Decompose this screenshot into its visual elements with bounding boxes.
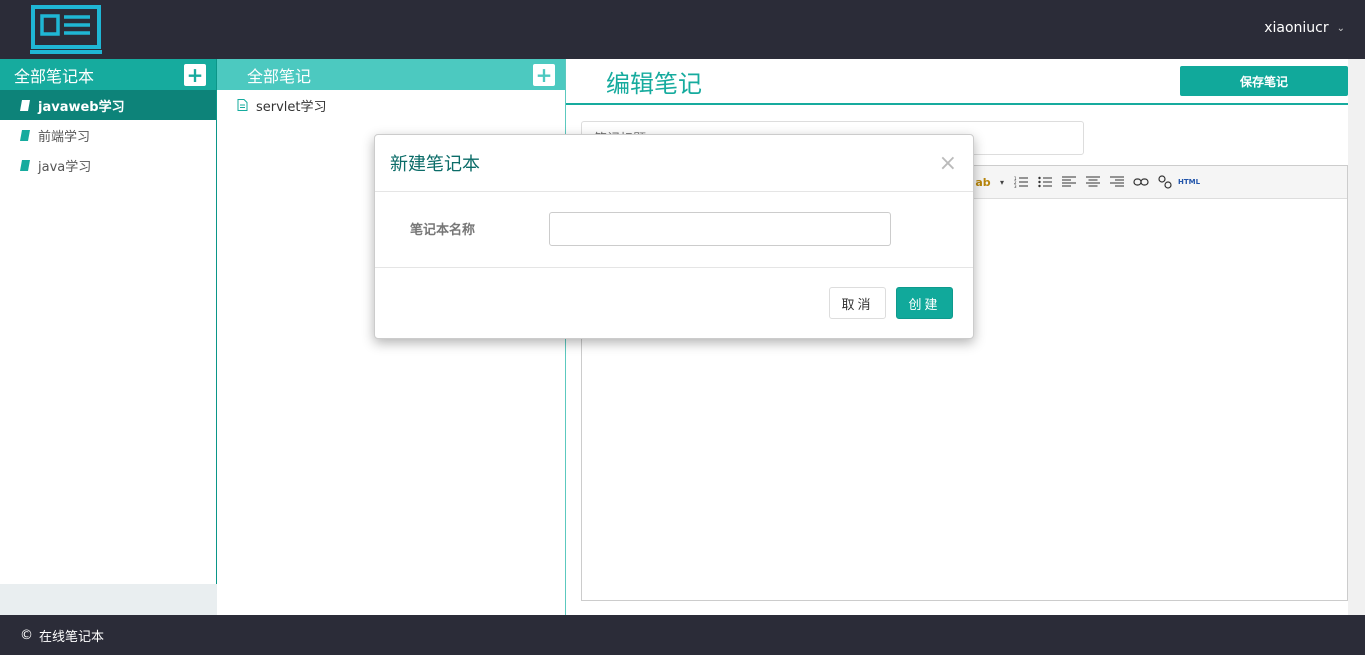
align-right-icon[interactable]: [1108, 173, 1126, 191]
document-icon: [237, 99, 248, 111]
username: xiaoniucr: [1264, 20, 1329, 36]
sidebar-bottom-fill: [0, 584, 217, 615]
add-note-button[interactable]: +: [533, 63, 555, 86]
notebook-name-input[interactable]: [549, 212, 891, 246]
align-center-icon[interactable]: [1084, 173, 1102, 191]
dialog-header: 新建笔记本 ×: [375, 135, 973, 192]
editor-header: 编辑笔记 保存笔记: [566, 59, 1365, 105]
user-menu[interactable]: xiaoniucr ⌄: [1264, 20, 1345, 36]
book-icon: [20, 129, 30, 141]
note-item-label: servlet学习: [256, 99, 327, 115]
notebook-item-label: java学习: [38, 159, 92, 175]
notebook-item-label: 前端学习: [38, 129, 91, 145]
editor-title: 编辑笔记: [606, 69, 702, 98]
notebook-name-label: 笔记本名称: [410, 223, 476, 238]
notebook-item[interactable]: javaweb学习: [0, 90, 216, 120]
align-left-icon[interactable]: [1060, 173, 1078, 191]
unlink-icon[interactable]: [1156, 173, 1174, 191]
notebook-logo-icon[interactable]: [30, 4, 102, 56]
chevron-down-icon[interactable]: ▾: [998, 173, 1006, 191]
close-icon[interactable]: ×: [939, 151, 957, 176]
save-note-button[interactable]: 保存笔记: [1180, 66, 1348, 96]
note-list-title: 全部笔记: [247, 66, 312, 86]
notebook-item[interactable]: 前端学习: [0, 120, 216, 150]
add-notebook-button[interactable]: +: [184, 63, 206, 86]
note-list-header: 全部笔记 +: [217, 59, 565, 90]
copyright-icon: ©: [20, 627, 33, 643]
footer-bar: © 在线笔记本: [0, 615, 1365, 655]
svg-text:3: 3: [1014, 184, 1017, 188]
book-icon: [20, 99, 30, 111]
top-bar: xiaoniucr ⌄: [0, 0, 1365, 59]
footer-text: 在线笔记本: [39, 629, 105, 645]
chevron-down-icon: ⌄: [1336, 22, 1345, 34]
notebook-item[interactable]: java学习: [0, 150, 216, 180]
unordered-list-icon[interactable]: [1036, 173, 1054, 191]
create-button[interactable]: 创建: [896, 287, 953, 319]
book-icon: [20, 159, 30, 171]
page-scrollbar[interactable]: [1348, 59, 1365, 615]
cancel-button[interactable]: 取消: [829, 287, 886, 319]
notebook-panel: 全部笔记本 + javaweb学习 前端学习 java学习: [0, 59, 217, 584]
dialog-footer: 取消 创建: [375, 268, 973, 338]
html-source-icon[interactable]: HTML: [1178, 173, 1200, 191]
dialog-title: 新建笔记本: [390, 154, 480, 175]
dialog-body: 笔记本名称: [375, 192, 973, 268]
note-item[interactable]: servlet学习: [217, 90, 565, 120]
ordered-list-icon[interactable]: 123: [1012, 173, 1030, 191]
highlight-color-icon[interactable]: ab: [974, 173, 992, 191]
notebook-panel-header: 全部笔记本 +: [0, 59, 216, 90]
link-icon[interactable]: [1132, 173, 1150, 191]
notebook-panel-title: 全部笔记本: [14, 66, 95, 86]
notebook-item-label: javaweb学习: [38, 99, 125, 115]
new-notebook-dialog: 新建笔记本 × 笔记本名称 取消 创建: [374, 134, 974, 339]
